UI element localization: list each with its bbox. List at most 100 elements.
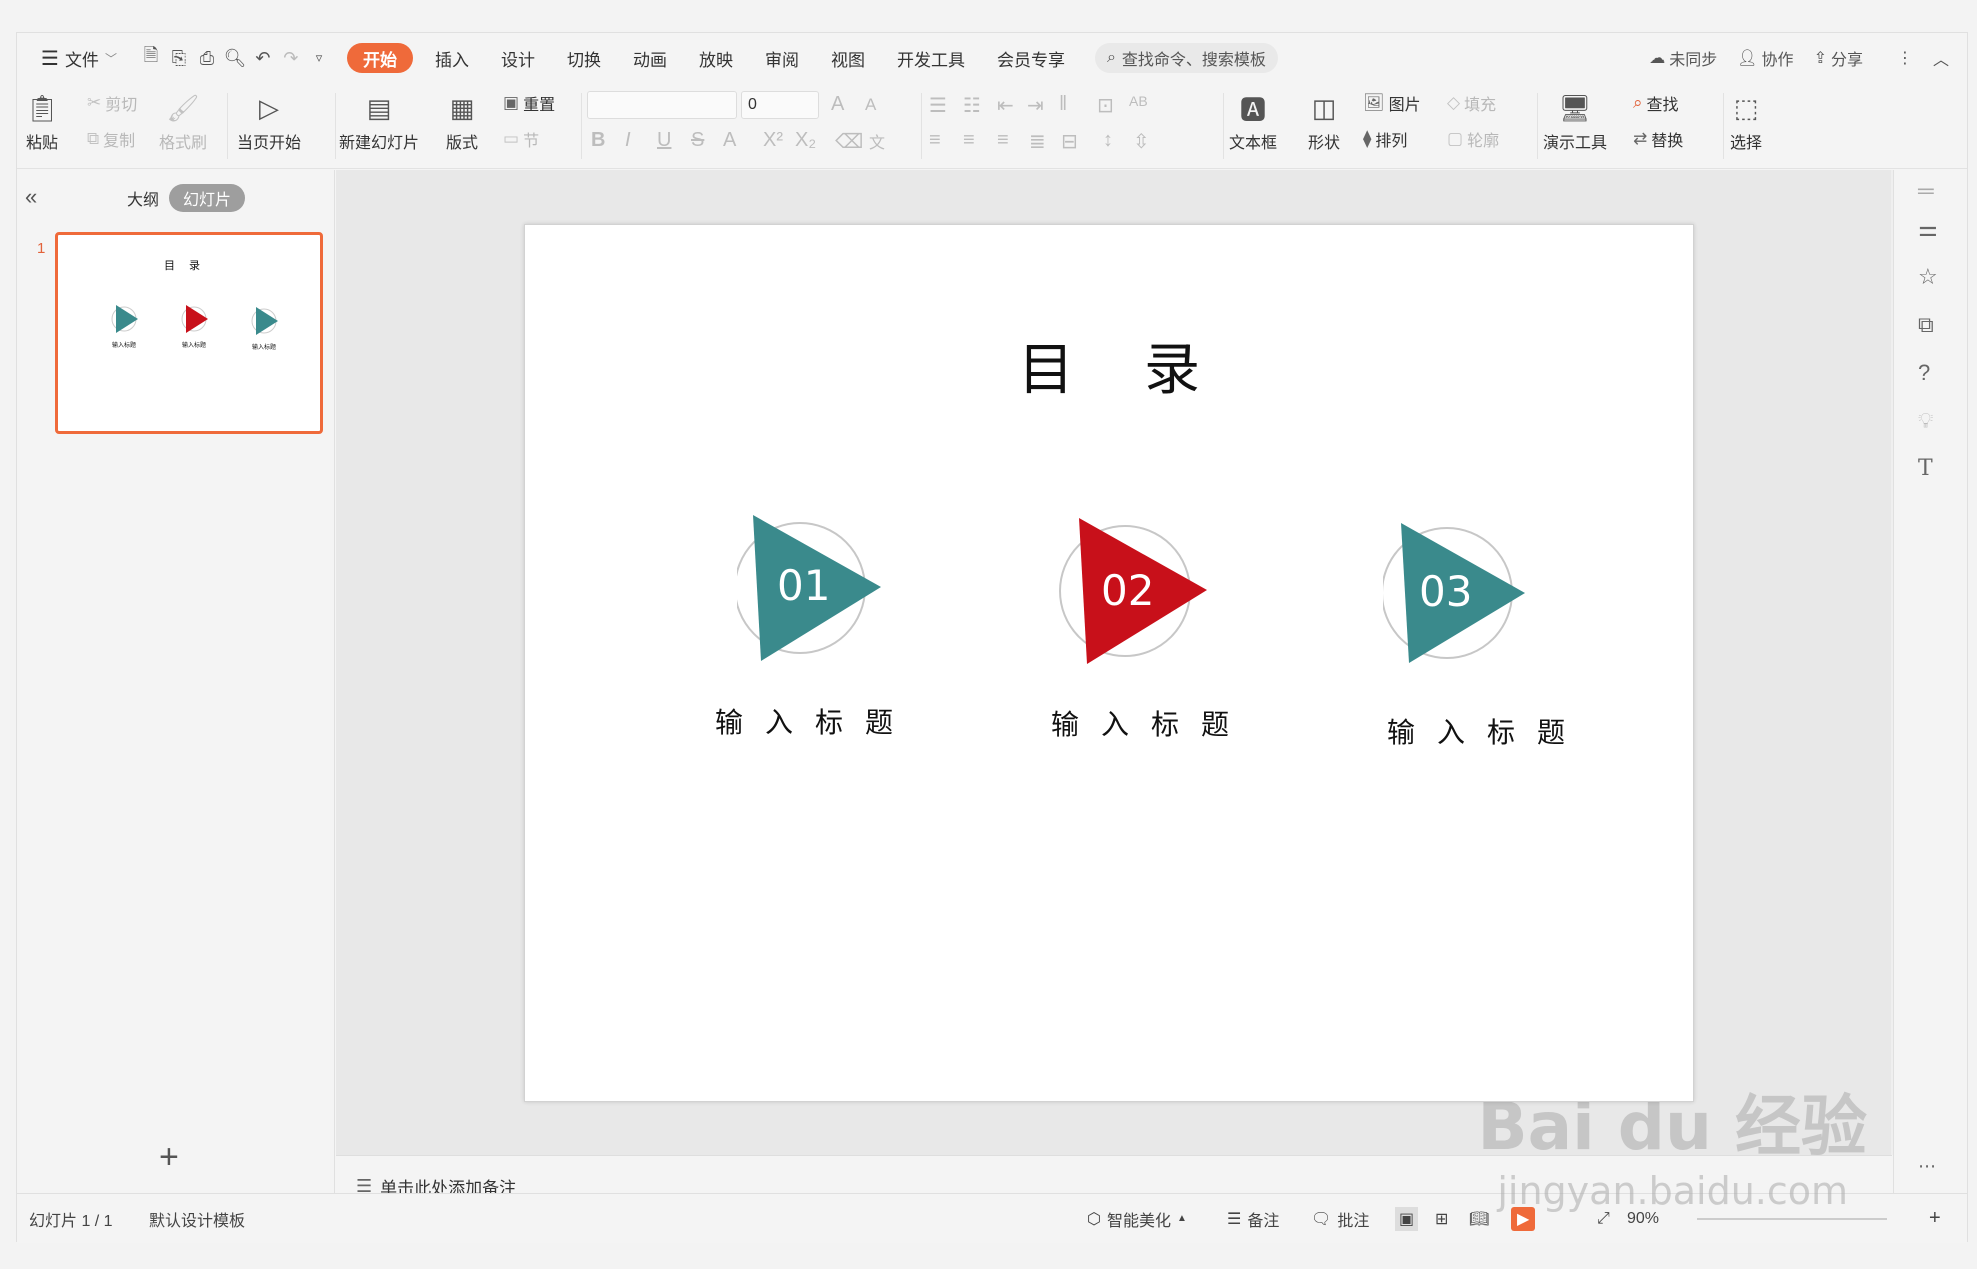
decrease-indent-icon[interactable]: ⇤ — [997, 93, 1014, 118]
toc-item-2[interactable]: 02 — [1059, 518, 1259, 688]
char-spacing-icon[interactable]: AB — [1129, 93, 1148, 109]
tab-member[interactable]: 会员专享 — [981, 43, 1081, 73]
phonetic-icon[interactable]: 文 — [869, 129, 885, 153]
text-icon[interactable]: T — [1918, 456, 1933, 481]
file-menu[interactable]: ☰ 文件 ﹀ — [33, 43, 125, 73]
normal-view-icon[interactable]: ▣ — [1395, 1206, 1419, 1231]
tab-design[interactable]: 设计 — [485, 43, 551, 73]
more-options-icon[interactable]: ⋯ — [1918, 1156, 1936, 1177]
strikethrough-icon[interactable]: S — [691, 129, 704, 152]
slides-icon[interactable]: ⧉ — [1918, 312, 1934, 338]
arrange-button[interactable]: ⧫ 排列 — [1363, 127, 1407, 151]
select-button[interactable]: ⬚ 选择 — [1729, 91, 1763, 153]
justify-icon[interactable]: ≣ — [1029, 129, 1046, 154]
print-icon[interactable]: ⎙ — [193, 43, 221, 73]
brush-icon: 🖌︎ — [166, 92, 200, 123]
toc-item-3-label[interactable]: 输入标题 — [1387, 711, 1587, 751]
line-spacing-icon[interactable]: ↕ — [1103, 129, 1113, 152]
tab-developer[interactable]: 开发工具 — [881, 43, 981, 73]
sidebar-handle-icon[interactable]: ═ — [1918, 178, 1934, 204]
increase-indent-icon[interactable]: ⇥ — [1027, 93, 1044, 118]
distribute-icon[interactable]: ⊟ — [1061, 129, 1078, 154]
align-text-icon[interactable]: ⊡ — [1097, 93, 1114, 118]
comments-toggle[interactable]: 🗨︎ 批注 — [1311, 1207, 1369, 1231]
layout-button[interactable]: ▦ 版式 — [445, 91, 479, 153]
tab-transition[interactable]: 切换 — [551, 43, 617, 73]
copy-button[interactable]: ⧉ 复制 — [87, 127, 135, 151]
font-color-icon[interactable]: A — [723, 129, 736, 152]
find-button[interactable]: ⌕ 查找 — [1633, 91, 1679, 115]
collab-button[interactable]: 👤︎ 协作 — [1729, 43, 1801, 73]
add-slide-icon[interactable]: + — [159, 1138, 179, 1177]
text-direction-icon[interactable]: ‖ — [1059, 93, 1067, 116]
para-spacing-icon[interactable]: ⇳ — [1133, 129, 1150, 154]
reset-button[interactable]: ▣ 重置 — [503, 91, 555, 115]
tab-animation[interactable]: 动画 — [617, 43, 683, 73]
grid-view-icon[interactable]: ⊞ — [1435, 1209, 1448, 1229]
paste-button[interactable]: 📋︎ 粘贴 — [25, 91, 59, 153]
slide-title[interactable]: 目录 — [525, 325, 1693, 406]
settings-sliders-icon[interactable]: ⚌ — [1918, 216, 1938, 242]
slide-thumbnail[interactable]: 目录 输入标题 输入标题 输入标题 — [55, 232, 323, 434]
tab-review[interactable]: 审阅 — [749, 43, 815, 73]
collapse-ribbon-icon[interactable]: ︿ — [1925, 43, 1957, 73]
font-name-select[interactable] — [587, 91, 737, 119]
tab-start[interactable]: 开始 — [346, 43, 413, 73]
save-icon[interactable]: 🗎 — [137, 43, 165, 73]
zoom-slider[interactable] — [1697, 1218, 1887, 1220]
notes-toggle[interactable]: ☰ 备注 — [1227, 1207, 1279, 1231]
align-right-icon[interactable]: ≡ — [997, 129, 1009, 152]
help-icon[interactable]: ? — [1918, 360, 1930, 386]
bold-icon[interactable]: B — [591, 129, 605, 152]
tab-slides[interactable]: 幻灯片 — [169, 184, 246, 212]
toc-item-1[interactable]: 01 — [737, 515, 937, 685]
sync-status[interactable]: ☁ 未同步 — [1641, 43, 1725, 73]
align-left-icon[interactable]: ≡ — [929, 129, 941, 152]
grow-font-icon[interactable]: A — [831, 93, 844, 116]
more-icon[interactable]: ⋮ — [1889, 43, 1921, 73]
shrink-font-icon[interactable]: A — [865, 95, 876, 115]
clear-format-icon[interactable]: ⌫ — [835, 129, 863, 154]
toc-item-3[interactable]: 03 — [1383, 523, 1583, 693]
cut-button[interactable]: ✂ 剪切 — [87, 91, 137, 115]
format-painter-button[interactable]: 🖌︎ 格式刷 — [159, 91, 207, 153]
collapse-panel-icon[interactable]: « — [25, 184, 37, 210]
beautify-button[interactable]: ⬡ 智能美化 ▲ — [1087, 1207, 1187, 1231]
customize-icon[interactable]: ▿ — [305, 43, 333, 73]
shape-button[interactable]: ◫ 形状 — [1307, 91, 1341, 153]
outline-button[interactable]: ▢ 轮廓 — [1447, 127, 1499, 151]
share-button[interactable]: ⇪ 分享 — [1806, 43, 1871, 73]
toc-item-1-label[interactable]: 输入标题 — [715, 701, 915, 741]
textbox-button[interactable]: 🅰︎ 文本框 — [1229, 91, 1277, 153]
command-search[interactable]: ⌕ 查找命令、搜索模板 — [1094, 43, 1278, 73]
underline-icon[interactable]: U — [657, 129, 671, 152]
export-icon[interactable]: ⎘ — [165, 43, 193, 73]
replace-button[interactable]: ⇄ 替换 — [1633, 127, 1683, 151]
section-button[interactable]: ▭ 节 — [503, 127, 539, 151]
italic-icon[interactable]: I — [625, 129, 631, 152]
align-center-icon[interactable]: ≡ — [963, 129, 975, 152]
numbering-icon[interactable]: ☷ — [963, 93, 981, 118]
star-icon[interactable]: ☆ — [1918, 264, 1938, 290]
presentation-tools-button[interactable]: 🖥︎ 演示工具 — [1543, 91, 1607, 153]
subscript-icon[interactable]: X₂ — [795, 129, 816, 152]
redo-icon[interactable]: ↷ — [277, 43, 305, 73]
bullets-icon[interactable]: ☰ — [929, 93, 947, 118]
superscript-icon[interactable]: X² — [763, 129, 783, 152]
lightbulb-icon[interactable]: 💡︎ — [1918, 408, 1933, 434]
tab-outline[interactable]: 大纲 — [113, 184, 173, 212]
font-size-select[interactable]: 0 — [741, 91, 819, 119]
zoom-in-icon[interactable]: + — [1929, 1207, 1941, 1230]
play-current-button[interactable]: ▷ 当页开始 — [237, 91, 301, 153]
print-preview-icon[interactable]: 🔍︎ — [221, 43, 249, 73]
template-name[interactable]: 默认设计模板 — [149, 1207, 245, 1231]
tab-slideshow[interactable]: 放映 — [683, 43, 749, 73]
new-slide-button[interactable]: ▤ 新建幻灯片 — [339, 91, 419, 153]
undo-icon[interactable]: ↶ — [249, 43, 277, 73]
slide[interactable]: 目录 01 输入标题 02 输入标题 03 输入标题 — [524, 224, 1694, 1102]
picture-button[interactable]: 🖼︎ 图片 — [1363, 91, 1421, 115]
tab-insert[interactable]: 插入 — [419, 43, 485, 73]
fill-button[interactable]: ◇ 填充 — [1447, 91, 1496, 115]
toc-item-2-label[interactable]: 输入标题 — [1051, 703, 1251, 743]
tab-view[interactable]: 视图 — [815, 43, 881, 73]
